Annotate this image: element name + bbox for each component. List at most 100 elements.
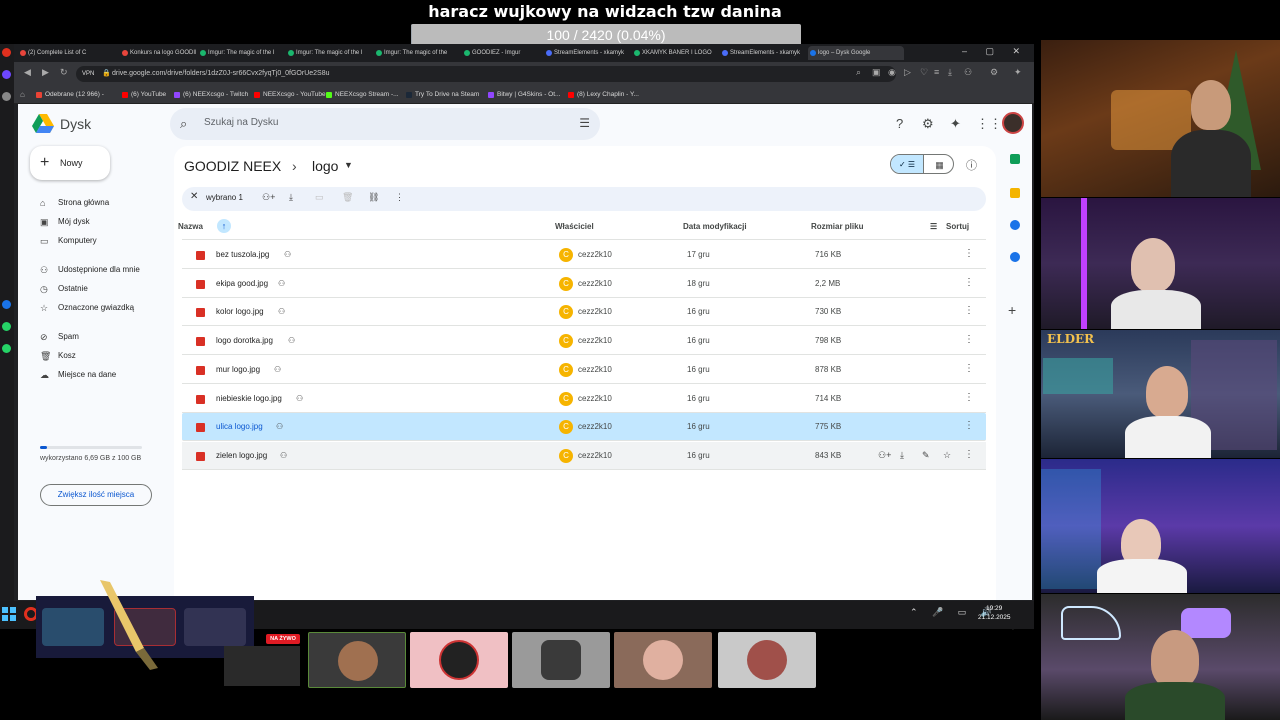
sidebar-item-star[interactable]: ☆ Oznaczone gwiazdką	[32, 299, 134, 317]
file-row[interactable]: ulica logo.jpg ⚇ Ccezz2k10 16 gru 775 KB ⋮	[182, 413, 986, 442]
file-name[interactable]: kolor logo.jpg	[216, 307, 264, 316]
camera-icon[interactable]: ◉	[888, 67, 896, 78]
more-actions-icon[interactable]: ⋮	[395, 192, 404, 203]
contacts-icon[interactable]	[1010, 252, 1020, 262]
bookmark-item[interactable]: (6) YouTube	[122, 89, 166, 101]
add-addon-icon[interactable]: +	[1008, 302, 1016, 318]
account-avatar[interactable]	[1002, 112, 1024, 134]
browser-tab[interactable]: StreamElements - xkamyk	[720, 46, 806, 60]
bookmarks-icon[interactable]: ⌂	[20, 90, 25, 99]
download-icon[interactable]: ⤓	[289, 192, 293, 203]
home-icon[interactable]	[2, 92, 11, 101]
forward-icon[interactable]: ▶	[42, 67, 49, 78]
browser-tab[interactable]: StreamElements - xkamyk	[544, 46, 630, 60]
column-modified[interactable]: Data modyfikacji	[683, 222, 747, 231]
spotify-icon[interactable]	[2, 344, 11, 353]
sidebar-item-my-drive[interactable]: ▣ Mój dysk	[32, 213, 90, 231]
more-actions-icon[interactable]: ⋮	[964, 449, 974, 460]
bookmark-item[interactable]: (8) Lexy Chaplin - Y...	[568, 89, 639, 101]
search-icon[interactable]: ⌕	[180, 116, 187, 132]
move-icon[interactable]: ▭	[315, 192, 324, 203]
browser-tab[interactable]: Imgur: The magic of the	[374, 46, 460, 60]
file-name[interactable]: ekipa good.jpg	[216, 279, 268, 288]
help-icon[interactable]: ?	[896, 116, 903, 131]
column-name[interactable]: Nazwa	[178, 222, 203, 231]
browser-tab[interactable]: GOODIEZ - Imgur	[462, 46, 542, 60]
ai-icon[interactable]: ✦	[1014, 67, 1022, 78]
download-icon[interactable]: ⤓	[948, 67, 952, 78]
sidebar-item-trash[interactable]: 🗑 Kosz	[32, 347, 76, 365]
sidebar-item-shared[interactable]: ⚇ Udostępnione dla mnie	[32, 261, 140, 279]
share-icon[interactable]: ⚇+	[262, 192, 275, 203]
back-icon[interactable]: ◀	[24, 67, 31, 78]
screenshot-icon[interactable]: ▣	[872, 67, 881, 78]
google-drive-logo-icon[interactable]	[32, 114, 54, 134]
file-name[interactable]: bez tuszola.jpg	[216, 250, 269, 259]
windows-start-icon[interactable]	[2, 607, 16, 621]
file-row[interactable]: bez tuszola.jpg ⚇ Ccezz2k10 17 gru 716 KB ⋮	[182, 241, 986, 269]
sort-icon[interactable]: ☰	[930, 222, 937, 231]
sidebar-item-clock[interactable]: ◷ Ostatnie	[32, 280, 88, 298]
sheets-icon[interactable]	[1010, 154, 1020, 164]
more-actions-icon[interactable]: ⋮	[964, 420, 974, 431]
more-actions-icon[interactable]: ⋮	[964, 305, 974, 316]
file-row[interactable]: mur logo.jpg ⚇ Ccezz2k10 16 gru 878 KB ⋮	[182, 356, 986, 384]
star-icon[interactable]: ☆	[943, 450, 951, 461]
file-row[interactable]: kolor logo.jpg ⚇ Ccezz2k10 16 gru 730 KB ⋮	[182, 298, 986, 327]
browser-tab[interactable]: Konkurs na logo GOODIE	[120, 46, 196, 60]
bookmark-item[interactable]: Try To Drive na Steam	[406, 89, 479, 101]
bookmark-item[interactable]: NEEXcsgo - YouTube	[254, 89, 326, 101]
more-actions-icon[interactable]: ⋮	[964, 248, 974, 259]
profile-icon[interactable]: ⚇	[964, 67, 972, 78]
messenger-icon[interactable]	[2, 300, 11, 309]
bookmark-item[interactable]: Bitwy | G4Skins - Ot...	[488, 89, 560, 101]
more-actions-icon[interactable]: ⋮	[964, 392, 974, 403]
opera-icon[interactable]	[2, 48, 11, 57]
browser-tab[interactable]: Imgur: The magic of the I	[198, 46, 284, 60]
browser-tab[interactable]: logo – Dysk Google	[808, 46, 904, 60]
rename-icon[interactable]: ✎	[922, 450, 930, 461]
details-info-icon[interactable]: ⓘ	[966, 157, 977, 173]
share-icon[interactable]: ⚇+	[878, 450, 891, 461]
bookmark-item[interactable]: NEEXcsgo Stream -...	[326, 89, 399, 101]
trash-icon[interactable]: 🗑	[342, 192, 353, 203]
file-name[interactable]: logo dorotka.jpg	[216, 336, 273, 345]
url-bar[interactable]: VPN 🔒 drive.google.com/drive/folders/1dz…	[76, 66, 896, 82]
more-actions-icon[interactable]: ⋮	[964, 277, 974, 288]
copy-link-icon[interactable]: ⛓	[368, 192, 379, 203]
sort-button[interactable]: Sortuj	[946, 222, 969, 231]
browser-tab[interactable]: XKAMYK BANER I LOGO	[632, 46, 718, 60]
column-size[interactable]: Rozmiar pliku	[811, 222, 863, 231]
reload-icon[interactable]: ↻	[60, 67, 68, 78]
breadcrumb-current-folder[interactable]: logo	[312, 158, 338, 174]
sort-ascending-icon[interactable]: ↑	[217, 219, 231, 233]
file-name[interactable]: ulica logo.jpg	[216, 422, 263, 431]
whatsapp-icon[interactable]	[2, 322, 11, 331]
file-row[interactable]: zielen logo.jpg ⚇ Ccezz2k10 16 gru 843 KB ⚇+ ⤓…	[182, 441, 986, 470]
get-more-storage-button[interactable]: Zwiększ ilość miejsca	[40, 484, 152, 506]
heart-icon[interactable]: ♡	[920, 67, 928, 78]
more-actions-icon[interactable]: ⋮	[964, 334, 974, 345]
more-actions-icon[interactable]: ⋮	[964, 363, 974, 374]
drive-app-name[interactable]: Dysk	[60, 116, 91, 132]
apps-grid-icon[interactable]: ⋮⋮	[976, 116, 1002, 132]
search-icon[interactable]: ⌕	[856, 67, 861, 78]
grid-view-icon[interactable]: ▦	[923, 155, 953, 173]
keep-icon[interactable]	[1010, 188, 1020, 198]
breadcrumb-root[interactable]: GOODIZ NEEX	[184, 158, 281, 174]
sidebar-item-home[interactable]: ⌂ Strona główna	[32, 194, 109, 212]
file-row[interactable]: niebieskie logo.jpg ⚇ Ccezz2k10 16 gru 714 K…	[182, 385, 986, 413]
search-input[interactable]: Szukaj na Dysku	[204, 117, 278, 128]
browser-tab[interactable]: Imgur: The magic of the I	[286, 46, 372, 60]
extensions-icon[interactable]: ⚙	[990, 67, 998, 78]
play-icon[interactable]: ▷	[904, 67, 911, 78]
list-view-icon[interactable]: ✓ ☰	[891, 155, 923, 173]
drive-search-bar[interactable]: ⌕ Szukaj na Dysku ☰	[170, 108, 600, 140]
file-row[interactable]: logo dorotka.jpg ⚇ Ccezz2k10 16 gru 798 KB ⋮	[182, 327, 986, 356]
bookmark-item[interactable]: Odebrane (12 966) -	[36, 89, 104, 101]
new-button[interactable]: + Nowy	[30, 146, 110, 180]
folder-dropdown-icon[interactable]: ▼	[344, 160, 353, 170]
window-controls[interactable]: ‒ ▢ ✕	[962, 46, 1028, 57]
download-icon[interactable]: ⤓	[900, 450, 904, 461]
gemini-icon[interactable]: ✦	[950, 116, 961, 132]
